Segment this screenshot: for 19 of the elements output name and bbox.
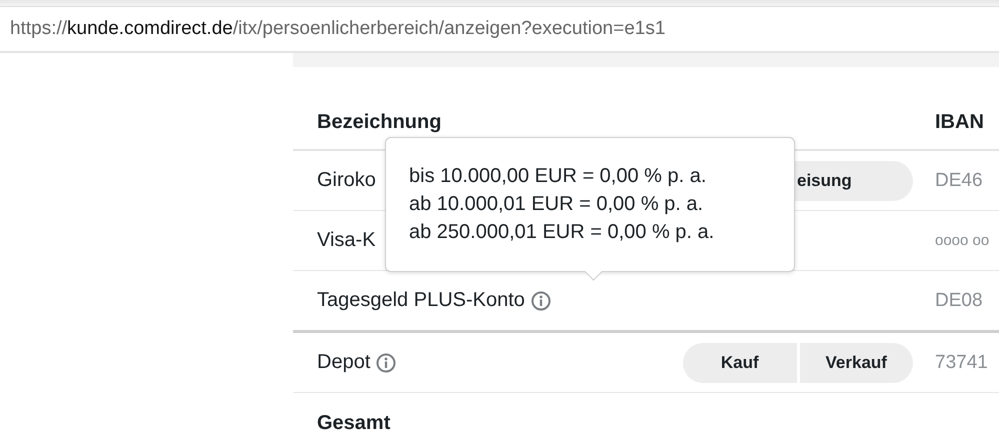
info-icon[interactable]	[376, 352, 396, 372]
column-header: Bezeichnung	[317, 111, 442, 134]
info-icon[interactable]	[530, 290, 551, 310]
total-label: Gesamt	[317, 412, 390, 434]
column-header: IBAN	[935, 111, 985, 134]
action-button[interactable]: Verkauf	[800, 342, 913, 382]
url-path: /itx/persoenlicherbereich/anzeigen?execution=e1s1	[232, 18, 666, 40]
interest-rate-text: ab 250.000,01 EUR = 0,00 % p. a.	[409, 220, 716, 245]
iban-text: oooo oo	[935, 232, 990, 249]
account-name: Visa-K	[317, 229, 376, 252]
url-scheme: https://	[10, 18, 68, 40]
url-host: kunde.comdirect.de	[67, 18, 233, 40]
action-button[interactable]: Kauf	[683, 342, 796, 382]
iban-text: 73741	[935, 352, 989, 374]
iban-text: DE46	[935, 170, 984, 192]
account-name: Tagesgeld PLUS-Konto	[317, 289, 525, 312]
iban-text: DE08	[935, 290, 984, 312]
account-name: Giroko	[317, 169, 376, 192]
account-name: Depot	[317, 351, 370, 374]
